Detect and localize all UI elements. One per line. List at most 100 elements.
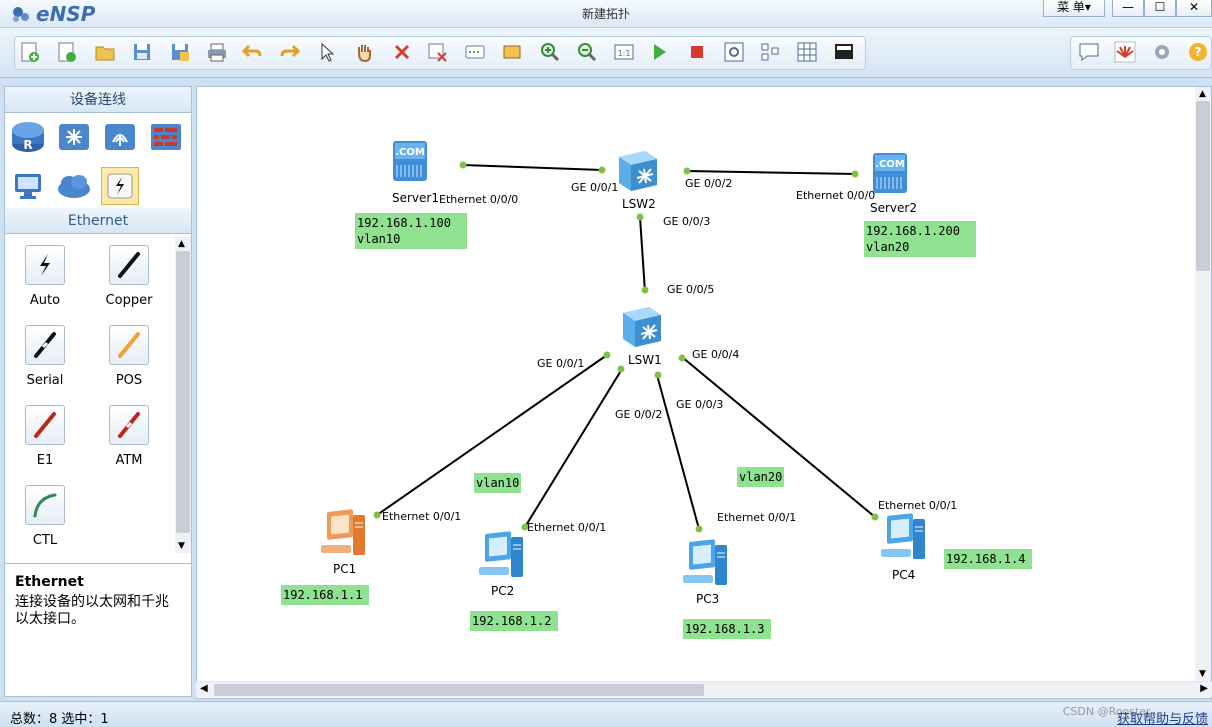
device-label: PC2: [491, 584, 515, 598]
capture-icon[interactable]: [722, 40, 746, 64]
cable-ctl[interactable]: CTL: [15, 485, 75, 548]
scroll-left-icon[interactable]: ◀: [200, 683, 208, 694]
help-feedback-link[interactable]: 获取帮助与反馈: [1117, 708, 1208, 727]
zoom-in-icon[interactable]: [538, 40, 562, 64]
save-icon[interactable]: [130, 40, 154, 64]
minimize-button[interactable]: —: [1112, 0, 1144, 17]
firewall-category-icon[interactable]: [147, 118, 185, 156]
port-label: GE 0/0/2: [615, 408, 663, 421]
note-vlan20[interactable]: vlan20: [737, 467, 785, 487]
close-button[interactable]: ✕: [1176, 0, 1212, 17]
cable-label: Copper: [105, 293, 153, 308]
port-dot: [603, 351, 611, 359]
cable-e1[interactable]: E1: [15, 405, 75, 468]
port-label: GE 0/0/2: [685, 177, 733, 190]
port-dot: [695, 525, 703, 533]
note-pc2-ip[interactable]: 192.168.1.2: [470, 611, 558, 631]
port-label: Ethernet 0/0/0: [439, 193, 519, 206]
scroll-right-icon[interactable]: ▶: [1200, 683, 1208, 694]
scroll-up-icon[interactable]: ▲: [178, 239, 185, 249]
topology-icon[interactable]: [758, 40, 782, 64]
ctl-cable-icon: [25, 485, 65, 525]
cable-atm[interactable]: ATM: [99, 405, 159, 468]
pc-icon: [881, 513, 925, 559]
delete-link-icon[interactable]: [425, 40, 449, 64]
grid-icon[interactable]: [795, 40, 819, 64]
switch-category-icon[interactable]: [55, 118, 93, 156]
auto-cable-icon: [25, 245, 65, 285]
delete-icon[interactable]: [390, 40, 414, 64]
topology-canvas[interactable]: .COM Server1 LSW2 .COM Server2 LSW1 PC1 …: [196, 86, 1212, 699]
port-label: GE 0/0/3: [676, 398, 724, 411]
cable-label: POS: [115, 373, 143, 388]
note-vlan10[interactable]: vlan10: [474, 473, 522, 493]
main-menu-button[interactable]: 菜 单▾: [1043, 0, 1105, 17]
title-bar: eNSP 新建拓扑 菜 单▾ — ☐ ✕: [0, 0, 1212, 28]
svg-text:.COM: .COM: [395, 147, 425, 158]
scroll-down-icon[interactable]: ▼: [1199, 669, 1206, 679]
save-as-icon[interactable]: [168, 40, 192, 64]
note-server1[interactable]: 192.168.1.100 vlan10: [355, 213, 467, 249]
note-pc1-ip[interactable]: 192.168.1.1: [281, 585, 369, 605]
cable-category-icon[interactable]: [101, 167, 139, 205]
status-bar: 总数：8 选中：1 CSDN @Rooster... 获取帮助与反馈: [0, 701, 1212, 727]
atm-cable-icon: [109, 405, 149, 445]
print-icon[interactable]: [205, 40, 229, 64]
cable-label: E1: [36, 453, 54, 468]
pc-icon: [683, 539, 727, 585]
select-pointer-icon[interactable]: [315, 40, 339, 64]
zoom-out-icon[interactable]: [575, 40, 599, 64]
cable-info-box: Ethernet 连接设备的以太网和千兆以太接口。: [5, 563, 191, 696]
cable-label: Serial: [26, 373, 64, 388]
undo-icon[interactable]: [240, 40, 264, 64]
fit-view-icon[interactable]: 1:1: [612, 40, 636, 64]
svg-text:1:1: 1:1: [618, 49, 631, 58]
scrollbar-thumb[interactable]: [214, 684, 704, 696]
port-dot: [617, 365, 625, 373]
pan-hand-icon[interactable]: [352, 40, 376, 64]
text-note-icon[interactable]: [463, 40, 487, 64]
help-icon[interactable]: ?: [1186, 40, 1210, 64]
canvas-horizontal-scrollbar[interactable]: ◀ ▶: [196, 681, 1212, 697]
terminal-category-icon[interactable]: [9, 167, 47, 205]
router-category-icon[interactable]: R: [9, 118, 47, 156]
port-dot: [636, 213, 644, 221]
port-dot: [459, 161, 467, 169]
scroll-down-icon[interactable]: ▼: [178, 541, 185, 551]
maximize-button[interactable]: ☐: [1144, 0, 1176, 17]
svg-text:.COM: .COM: [875, 159, 905, 170]
switch-icon: [623, 307, 661, 347]
start-device-icon[interactable]: [647, 40, 671, 64]
cable-auto[interactable]: Auto: [15, 245, 75, 308]
link-lsw2-lsw1: [639, 216, 646, 293]
scrollbar-thumb[interactable]: [1196, 101, 1210, 271]
note-server2[interactable]: 192.168.1.200 vlan20: [864, 221, 976, 257]
note-pc3-ip[interactable]: 192.168.1.3: [683, 619, 771, 639]
huawei-icon[interactable]: [1113, 40, 1137, 64]
port-label: Ethernet 0/0/0: [796, 189, 876, 202]
canvas-vertical-scrollbar[interactable]: ▲ ▼: [1195, 87, 1211, 681]
info-description: 连接设备的以太网和千兆以太接口。: [15, 594, 169, 627]
scrollbar-thumb[interactable]: [176, 251, 190, 533]
settings-gear-icon[interactable]: [1150, 40, 1174, 64]
redo-icon[interactable]: [278, 40, 302, 64]
new-topology-icon[interactable]: [18, 40, 42, 64]
note-pc4-ip[interactable]: 192.168.1.4: [944, 549, 1032, 569]
device-label: Server2: [870, 201, 917, 215]
cable-serial[interactable]: Serial: [15, 325, 75, 388]
wlan-category-icon[interactable]: [101, 118, 139, 156]
cloud-category-icon[interactable]: [55, 167, 93, 205]
cable-copper[interactable]: Copper: [99, 245, 159, 308]
stop-device-icon[interactable]: [685, 40, 709, 64]
cable-pos[interactable]: POS: [99, 325, 159, 388]
open-icon[interactable]: [93, 40, 117, 64]
chat-icon[interactable]: [1077, 40, 1101, 64]
pc-selected-icon: [321, 509, 365, 555]
window-title: 新建拓扑: [581, 7, 630, 21]
scroll-up-icon[interactable]: ▲: [1199, 89, 1206, 99]
cli-screen-icon[interactable]: [832, 40, 856, 64]
device-panel: 设备连线 R Ethernet Auto Copper Serial POS E…: [4, 86, 192, 697]
new-test-icon[interactable]: [55, 40, 79, 64]
palette-icon[interactable]: [500, 40, 524, 64]
cable-list-scrollbar[interactable]: ▲ ▼: [175, 237, 191, 553]
